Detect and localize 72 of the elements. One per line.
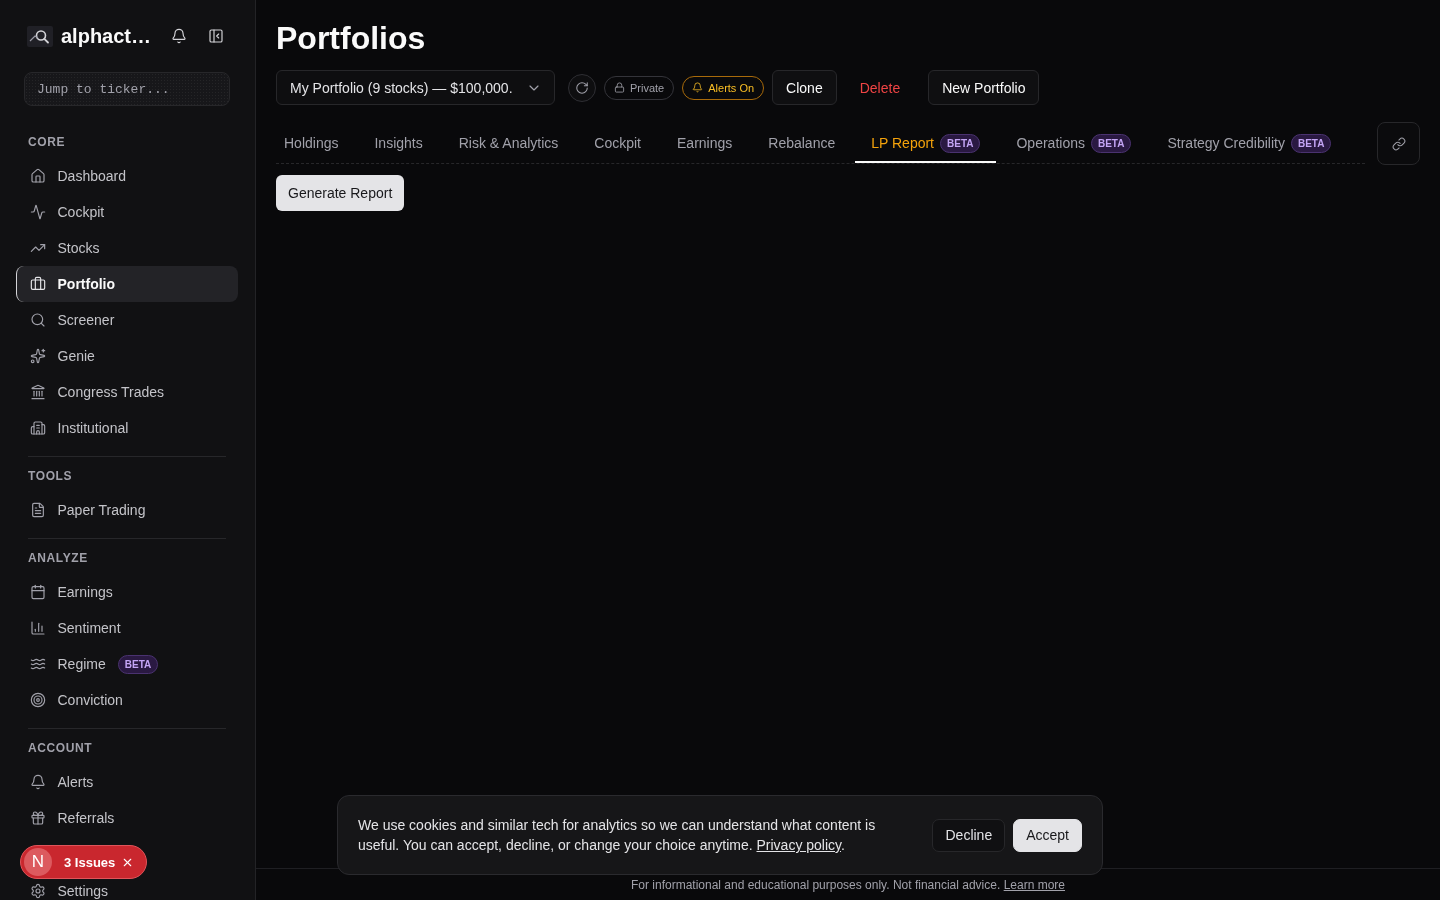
consent-button[interactable]: Decline [932, 818, 1006, 852]
beta-badge: BETA [1090, 133, 1132, 153]
home-icon [29, 168, 46, 184]
brand-name: alphact… [61, 24, 152, 48]
nav-item[interactable]: Stocks [16, 230, 238, 266]
nav-item[interactable]: Referrals [16, 800, 238, 836]
privacy-policy-link[interactable]: Privacy policy [756, 837, 842, 853]
document-icon [29, 502, 46, 518]
tab[interactable]: Operations BETA [1000, 123, 1148, 163]
nav-item[interactable]: Screener [16, 302, 238, 338]
disclaimer-text: For informational and educational purposes only. Not financial advice. Learn more [630, 877, 1065, 892]
tab[interactable]: Risk & Analytics [442, 123, 575, 163]
bell-icon [692, 82, 704, 93]
nav-item[interactable]: Settings [16, 880, 238, 900]
logo-letter: N [24, 848, 52, 876]
search-icon [29, 312, 46, 328]
generate-report-button[interactable]: Generate Report [276, 175, 405, 211]
bar-chart-icon [29, 620, 46, 636]
nav-item[interactable]: Cockpit [16, 194, 238, 230]
calendar-icon [29, 584, 46, 600]
nav-item[interactable]: Institutional [16, 410, 238, 446]
cookie-notice-text: We use cookies and similar tech for analytics so we can understand what content is useful. You can accept, decline, or change your choice anytime. Privacy policy. [358, 816, 877, 855]
sparkles-icon [29, 348, 46, 364]
settings-icon [29, 882, 46, 899]
building-icon [29, 420, 46, 436]
issues-button[interactable]: 3 Issues [58, 854, 116, 870]
nav-item[interactable]: Genie [16, 338, 238, 374]
action-button[interactable]: Delete [845, 70, 915, 105]
target-icon [29, 692, 46, 708]
nav-item[interactable]: Portfolio [16, 266, 238, 302]
nav-item[interactable]: Dashboard [16, 158, 238, 194]
beta-badge: BETA [940, 133, 981, 153]
lock-icon [614, 82, 625, 93]
pulse-icon [29, 204, 46, 220]
panel-left-icon[interactable] [208, 28, 224, 44]
tab[interactable]: Earnings [661, 123, 749, 163]
logo-icon [27, 25, 53, 47]
nav-item[interactable]: Conviction [16, 682, 238, 718]
bank-icon [29, 384, 46, 400]
tab[interactable]: Holdings [276, 123, 355, 163]
section-label: CORE [27, 134, 66, 151]
gift-icon [29, 810, 46, 826]
search-field[interactable]: Jump to ticker... [24, 72, 230, 106]
nav-item[interactable]: Alerts [16, 764, 238, 800]
refresh-button[interactable] [568, 73, 596, 102]
tab[interactable]: LP Report BETA [855, 123, 997, 163]
nav-item[interactable]: Congress Trades [16, 374, 238, 410]
nav-item[interactable]: Regime BETA [16, 646, 238, 682]
portfolio-select[interactable]: My Portfolio (9 stocks) — $100,000. [276, 70, 555, 105]
link-icon [1391, 136, 1406, 151]
tab[interactable]: Rebalance [752, 123, 852, 163]
tab[interactable]: Strategy Credibility BETA [1151, 123, 1348, 163]
page-title: Portfolios [276, 19, 426, 58]
tab[interactable]: Cockpit [578, 123, 657, 163]
section-label: ACCOUNT [27, 740, 93, 757]
briefcase-icon [29, 276, 46, 292]
section-label: TOOLS [27, 468, 73, 485]
learn-more-link[interactable]: Learn more [1003, 877, 1065, 892]
action-button[interactable]: New Portfolio [928, 70, 1040, 105]
nav-item[interactable]: Earnings [16, 574, 238, 610]
tab[interactable]: Insights [358, 123, 439, 163]
consent-button[interactable]: Accept [1013, 818, 1082, 852]
beta-badge: BETA [117, 654, 159, 674]
nav-item[interactable]: Sentiment [16, 610, 238, 646]
refresh-icon [575, 80, 589, 95]
action-button[interactable]: Clone [772, 70, 837, 105]
bell-icon [29, 774, 46, 790]
waves-icon [29, 656, 46, 672]
nav-item[interactable]: Paper Trading [16, 492, 238, 528]
beta-badge: BETA [1290, 133, 1332, 153]
bell-icon[interactable] [171, 28, 187, 44]
section-label: ANALYZE [27, 550, 88, 567]
